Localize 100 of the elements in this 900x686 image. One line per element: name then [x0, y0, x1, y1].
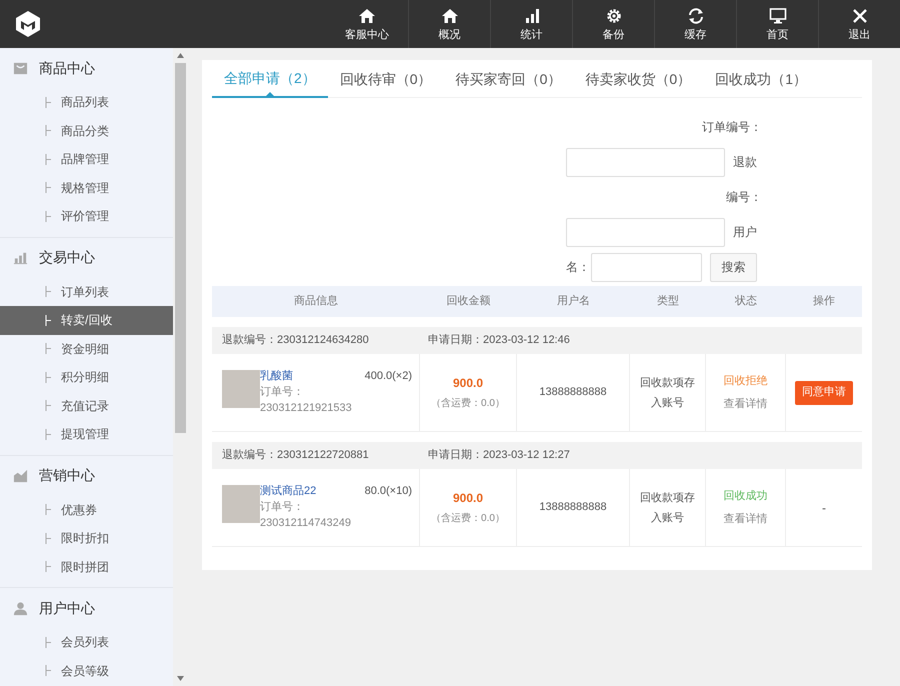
column-header: 商品信息 — [293, 294, 339, 310]
tab-pointer-icon — [266, 92, 274, 96]
product-price: 400.0(×2) — [364, 369, 412, 384]
order-label: 订单号： — [260, 385, 305, 400]
area-chart-icon — [13, 468, 28, 483]
sidebar-item[interactable]: 充值记录 — [0, 392, 173, 420]
tab[interactable]: 回收成功（1） — [703, 60, 819, 98]
field-label: 用户 — [733, 224, 757, 241]
tree-branch-icon — [45, 532, 51, 544]
nav-item[interactable]: 首页 — [736, 0, 818, 48]
sidebar-item[interactable]: 限时折扣 — [0, 524, 173, 552]
apply-date: 申请日期：2023-03-12 12:27 — [428, 448, 570, 464]
refresh-icon — [686, 6, 704, 24]
refund-number: 退款编号：230312122720881 — [222, 448, 370, 464]
sidebar-item[interactable]: 资金明细 — [0, 334, 173, 363]
tree-branch-icon — [45, 665, 51, 676]
sidebar-item[interactable]: 提现管理 — [0, 420, 173, 448]
sidebar-item[interactable]: 商品列表 — [0, 88, 173, 116]
photo-placeholder — [222, 370, 260, 408]
tree-branch-icon — [45, 343, 51, 354]
tree-branch-icon — [45, 400, 51, 412]
bar-chart-icon — [13, 250, 28, 265]
sidebar-item[interactable]: 品牌管理 — [0, 145, 173, 174]
sidebar-group-title[interactable]: 营销中心 — [39, 465, 95, 486]
sidebar-item[interactable]: 会员列表 — [0, 628, 173, 656]
tree-branch-icon — [45, 504, 51, 516]
sidebar-item[interactable]: 积分明细 — [0, 363, 173, 392]
input-field[interactable] — [566, 218, 725, 246]
tree-branch-icon — [45, 561, 51, 572]
product-link[interactable]: 测试商品22 — [260, 483, 351, 499]
details-link[interactable]: 查看详情 — [724, 396, 768, 412]
field-label: 编号： — [726, 189, 762, 206]
user-icon — [13, 600, 28, 616]
nav-item[interactable]: 统计 — [490, 0, 572, 48]
monitor-icon — [768, 6, 786, 24]
bag-icon — [13, 60, 28, 76]
status-text: 回收拒绝 — [724, 374, 768, 389]
sidebar-group-title[interactable]: 商品中心 — [39, 58, 95, 78]
column-header: 状态 — [734, 294, 758, 310]
tab[interactable]: 待卖家收货（0） — [573, 60, 704, 98]
recycle-amount: 900.0 — [452, 375, 484, 392]
tree-branch-icon — [45, 210, 51, 222]
sidebar-item[interactable]: 限时拼团 — [0, 552, 173, 581]
search-button[interactable]: 搜索 — [710, 252, 757, 282]
recycle-type: 回收款项存入账号 — [639, 490, 696, 526]
tree-branch-icon — [45, 314, 51, 326]
tree-branch-icon — [45, 636, 51, 648]
nav-item[interactable]: 客服中心 — [326, 0, 408, 48]
sidebar-item[interactable]: 优惠券 — [0, 496, 173, 524]
action-cell-text: - — [821, 500, 827, 516]
order-number: 230312114743249 — [260, 516, 351, 531]
tree-branch-icon — [45, 154, 51, 165]
field-label: 名： — [566, 259, 590, 276]
apply-date: 申请日期：2023-03-12 12:46 — [428, 333, 570, 348]
column-header: 操作 — [812, 294, 836, 310]
tree-branch-icon — [45, 96, 51, 108]
tree-branch-icon — [45, 286, 51, 298]
shipping-fee: （含运费：0.0） — [431, 512, 505, 526]
nav-item[interactable]: 概况 — [408, 0, 490, 48]
approve-button[interactable]: 同意申请 — [795, 380, 853, 404]
tab[interactable]: 待买家寄回（0） — [444, 60, 574, 98]
details-link[interactable]: 查看详情 — [724, 510, 768, 527]
recycle-amount: 900.0 — [452, 490, 484, 507]
recycle-type: 回收款项存入账号 — [639, 376, 696, 410]
logo-icon — [13, 9, 43, 39]
user-name: 13888888888 — [539, 500, 607, 516]
nav-item[interactable]: 缓存 — [654, 0, 736, 48]
product-link[interactable]: 乳酸菌 — [260, 368, 352, 384]
user-name: 13888888888 — [539, 385, 607, 400]
sidebar-item[interactable]: 规格管理 — [0, 174, 173, 202]
scroll-down-icon[interactable] — [177, 676, 184, 681]
home-icon — [440, 6, 458, 24]
field-label: 退款 — [733, 154, 757, 171]
photo-placeholder — [222, 485, 260, 523]
input-field[interactable] — [591, 252, 702, 282]
tree-branch-icon — [45, 372, 51, 383]
column-header: 回收金额 — [446, 294, 492, 310]
scroll-up-icon[interactable] — [177, 53, 184, 58]
tree-branch-icon — [45, 125, 51, 136]
sidebar-item[interactable]: 商品分类 — [0, 116, 173, 145]
column-header: 用户名 — [556, 294, 591, 310]
sidebar-group-title[interactable]: 交易中心 — [39, 247, 95, 268]
tab[interactable]: 回收待审（0） — [328, 60, 444, 98]
home-icon — [358, 6, 376, 24]
sidebar-item[interactable]: 会员等级 — [0, 656, 173, 685]
status-text: 回收成功 — [724, 489, 768, 504]
sidebar-group-title[interactable]: 用户中心 — [39, 598, 95, 618]
nav-item[interactable]: 退出 — [818, 0, 900, 48]
shipping-fee: （含运费：0.0） — [431, 396, 505, 411]
nav-item[interactable]: 备份 — [572, 0, 654, 48]
sidebar-item[interactable]: 评价管理 — [0, 202, 173, 230]
close-icon — [850, 6, 868, 24]
scrollbar-thumb[interactable] — [175, 63, 186, 433]
refund-number: 退款编号：230312124634280 — [222, 333, 370, 348]
scrollbar[interactable] — [173, 48, 188, 686]
input-field[interactable] — [566, 148, 725, 176]
sidebar-item[interactable]: 转卖/回收 — [0, 306, 173, 334]
tree-branch-icon — [45, 182, 51, 194]
sidebar-item[interactable]: 订单列表 — [0, 278, 173, 306]
order-label: 订单号： — [260, 500, 305, 515]
